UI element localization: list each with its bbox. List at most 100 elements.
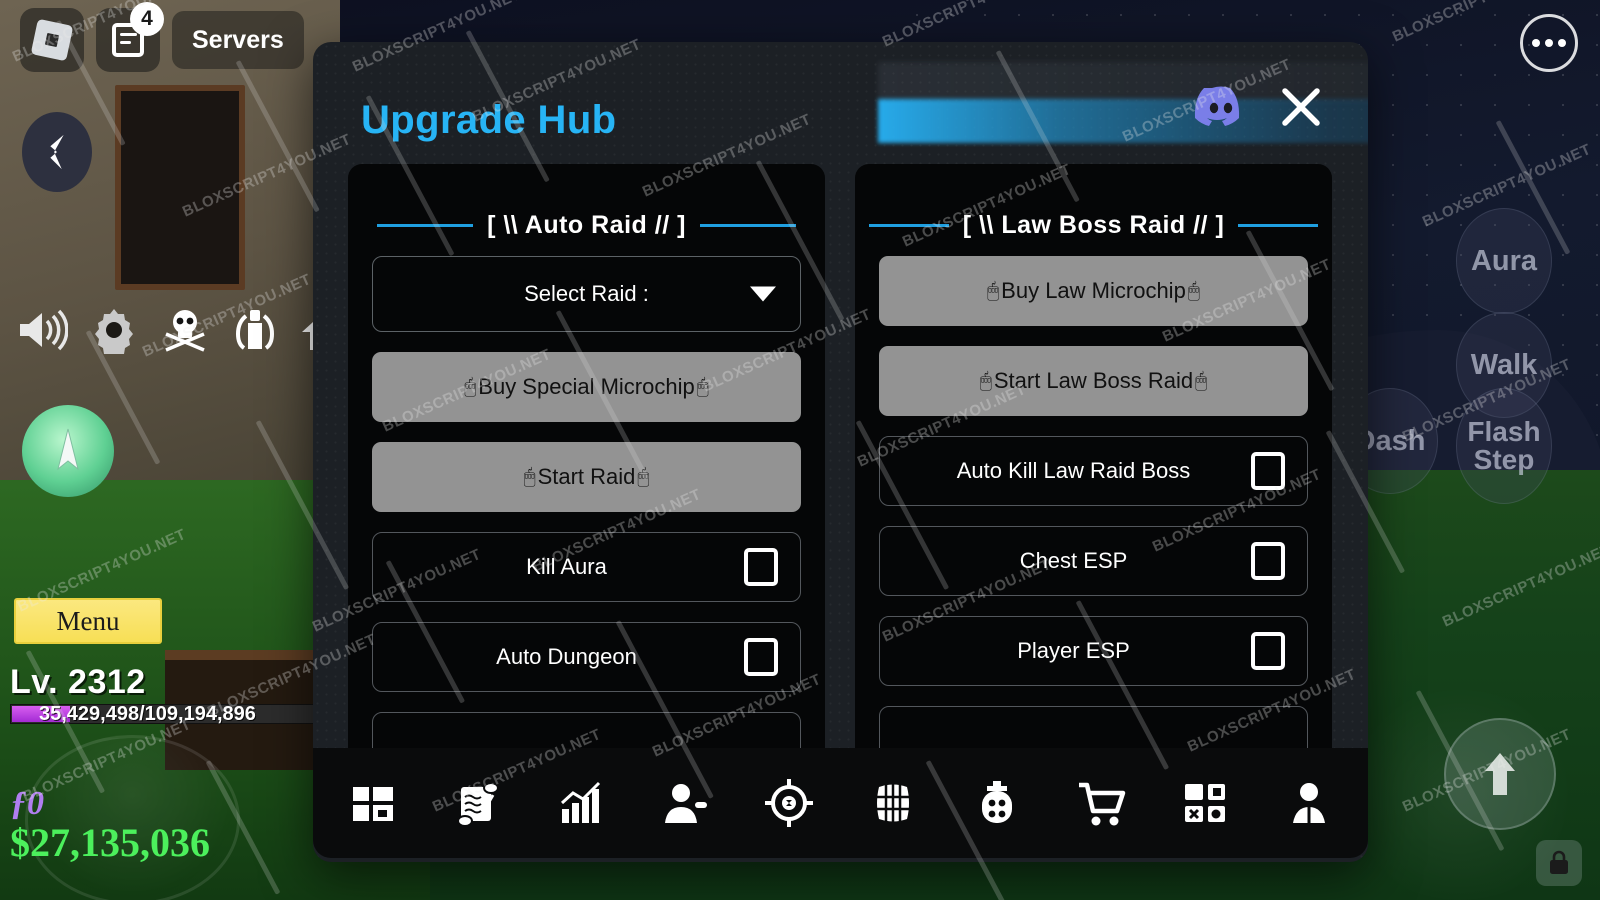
more-dots-icon [1532, 39, 1540, 47]
toggle-label: Player ESP [1017, 638, 1130, 663]
nav-player-button[interactable] [653, 771, 717, 835]
nav-shop-button[interactable] [1069, 771, 1133, 835]
mouse-icon-left: 🖱 [464, 375, 477, 398]
nav-quests-button[interactable] [445, 771, 509, 835]
checkbox[interactable] [1251, 452, 1285, 490]
mouse-icon-right: 🖱 [1195, 369, 1208, 392]
cash-label: $27,135,036 [10, 820, 210, 865]
nav-target-button[interactable] [757, 771, 821, 835]
character-icon[interactable] [232, 306, 278, 354]
nav-teleport-button[interactable] [1277, 771, 1341, 835]
level-display: Lv. 2312 35,429,498/109,194,896 [10, 663, 318, 725]
header-line-left [869, 223, 949, 227]
mouse-icon-left: 🖱 [979, 369, 992, 392]
roblox-home-button[interactable] [20, 8, 84, 72]
bottom-navigation-bar [313, 748, 1368, 858]
back-button[interactable] [22, 112, 92, 192]
mouse-icon-right: 🖱 [1187, 279, 1200, 302]
column-body: 🖱 Buy Law Microchip 🖱 🖱 Start Law Boss R… [855, 256, 1332, 776]
close-icon [1282, 88, 1320, 126]
hud-top-bar: 4 Servers [20, 2, 304, 72]
nav-dashboard-button[interactable] [341, 771, 405, 835]
chevron-down-icon [750, 286, 776, 302]
buy-law-microchip-button[interactable]: 🖱 Buy Law Microchip 🖱 [879, 256, 1308, 326]
column-body: Select Raid : 🖱 Buy Special Microchip 🖱 … [348, 256, 825, 782]
section-header-law-boss-raid: [ \\ Law Boss Raid // ] [855, 194, 1332, 256]
discord-icon [1194, 86, 1240, 126]
toggle-label: Kill Aura [526, 554, 607, 579]
toggle-player-esp[interactable]: Player ESP [879, 616, 1308, 686]
currency-display: ƒ0 $27,135,036 [10, 785, 210, 866]
fragments-label: ƒ0 [10, 785, 44, 822]
player-icon [664, 784, 707, 823]
level-label: Lv. 2312 [10, 663, 146, 701]
shopping-cart-icon [1078, 782, 1125, 826]
checkbox[interactable] [744, 548, 778, 586]
checkbox[interactable] [1251, 632, 1285, 670]
buy-special-microchip-button[interactable]: 🖱 Buy Special Microchip 🖱 [372, 352, 801, 422]
toggle-label: Auto Kill Law Raid Boss [956, 458, 1191, 483]
mouse-icon-left: 🖱 [987, 279, 1000, 302]
more-options-button[interactable] [1520, 14, 1578, 72]
mouse-icon-right: 🖱 [696, 375, 709, 398]
column-auto-raid: [ \\ Auto Raid // ] Select Raid : 🖱 Buy … [348, 164, 825, 804]
toggle-chest-esp[interactable]: Chest ESP [879, 526, 1308, 596]
ability-flash-step[interactable]: Flash Step [1456, 388, 1552, 504]
discord-button[interactable] [1192, 82, 1250, 137]
button-label: Buy Law Microchip [1001, 278, 1186, 303]
compass-needle-icon [57, 428, 79, 471]
section-header-auto-raid: [ \\ Auto Raid // ] [348, 194, 825, 256]
teleport-person-icon [1292, 783, 1325, 823]
jump-arrow-icon [1485, 753, 1515, 795]
select-raid-dropdown[interactable]: Select Raid : [372, 256, 801, 332]
nav-items-button[interactable] [861, 771, 925, 835]
barrel-chest-icon [876, 783, 909, 823]
checkbox[interactable] [1251, 542, 1285, 580]
compass-joystick[interactable] [22, 405, 114, 497]
nav-stats-button[interactable] [549, 771, 613, 835]
target-crosshair-icon [764, 779, 813, 827]
mouse-icon-left: 🖱 [523, 465, 536, 488]
dashboard-icon [352, 787, 393, 821]
nav-misc-button[interactable] [965, 771, 1029, 835]
start-raid-button[interactable]: 🖱 Start Raid 🖱 [372, 442, 801, 512]
upgrade-hub-window: Upgrade Hub [ \\ Auto Raid // ] Select R… [313, 42, 1368, 862]
back-arrow-icon [50, 134, 64, 170]
grid-apps-icon [1184, 784, 1225, 822]
hut-window [115, 85, 245, 290]
lock-icon [1550, 850, 1568, 874]
button-label: Start Law Boss Raid [993, 368, 1194, 393]
pirate-skull-icon[interactable] [160, 306, 210, 354]
nav-apps-button[interactable] [1173, 771, 1237, 835]
toggle-kill-aura[interactable]: Kill Aura [372, 532, 801, 602]
button-label: Start Raid [537, 464, 636, 489]
page-title: Upgrade Hub [361, 98, 617, 142]
header-line-right [699, 223, 796, 227]
chat-badge: 4 [130, 2, 164, 36]
toggle-auto-dungeon[interactable]: Auto Dungeon [372, 622, 801, 692]
jump-button[interactable] [1444, 718, 1556, 830]
start-law-boss-raid-button[interactable]: 🖱 Start Law Boss Raid 🖱 [879, 346, 1308, 416]
lock-button[interactable] [1536, 840, 1582, 886]
header-line-left [377, 223, 474, 227]
screen: 4 Servers Menu Lv. 2312 35,429,498/109,1… [0, 0, 1600, 900]
column-law-boss-raid: [ \\ Law Boss Raid // ] 🖱 Buy Law Microc… [855, 164, 1332, 804]
toggle-label: Chest ESP [1019, 548, 1128, 573]
toggle-label: Auto Dungeon [496, 644, 637, 669]
xp-bar: 35,429,498/109,194,896 [10, 703, 318, 725]
select-raid-label: Select Raid : [524, 281, 649, 306]
toggle-auto-kill-law-raid-boss[interactable]: Auto Kill Law Raid Boss [879, 436, 1308, 506]
servers-button[interactable]: Servers [172, 11, 304, 69]
scroll-quest-icon [456, 782, 499, 827]
checkbox[interactable] [744, 638, 778, 676]
header-line-right [1238, 223, 1319, 227]
close-button[interactable] [1274, 80, 1328, 134]
gear-icon[interactable] [90, 306, 138, 354]
button-label: Buy Special Microchip [478, 374, 695, 399]
section-title: [ \\ Law Boss Raid // ] [962, 210, 1225, 239]
volume-icon[interactable] [16, 308, 68, 352]
ability-aura[interactable]: Aura [1456, 208, 1552, 314]
chat-button[interactable]: 4 [96, 2, 164, 72]
menu-button[interactable]: Menu [14, 598, 162, 644]
section-title: [ \\ Auto Raid // ] [487, 210, 686, 239]
